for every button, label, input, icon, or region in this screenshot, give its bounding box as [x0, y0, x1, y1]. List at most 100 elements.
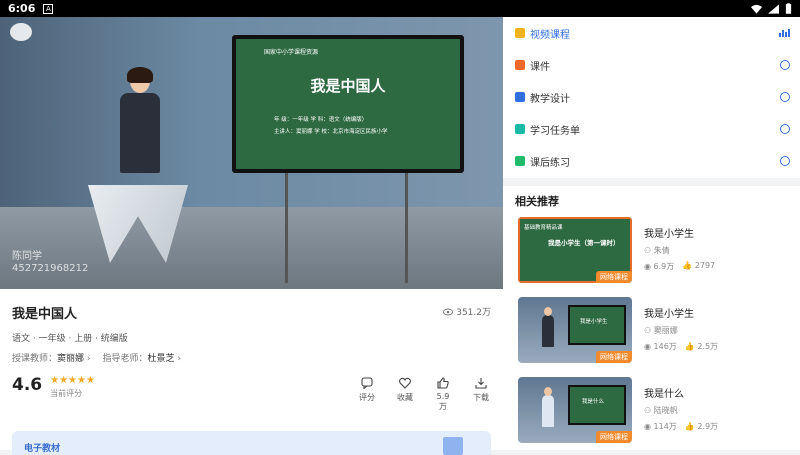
views-value: 146万 [653, 342, 677, 351]
eye-icon: ◉ [644, 422, 651, 431]
thumb-title: 我是小学生 [580, 319, 608, 325]
views-stat: ◉ 146万 [644, 341, 677, 352]
signal-icon [768, 3, 779, 14]
favorite-label: 收藏 [397, 393, 413, 402]
board-stand-left [285, 173, 288, 283]
views-stat: ◉ 114万 [644, 421, 677, 432]
radio-icon [780, 92, 790, 102]
menu-item-label: 教学设计 [530, 93, 570, 105]
recommend-title: 相关推荐 [515, 195, 559, 208]
recommend-item-author: ⚇ 陆晓帆 [644, 405, 678, 416]
radio-icon [780, 124, 790, 134]
download-button[interactable]: 下载 [471, 377, 491, 412]
person-icon: ⚇ [644, 406, 652, 415]
wifi-icon [751, 4, 762, 14]
status-time: 6:06 [8, 2, 36, 15]
recommend-item-stats: ◉ 6.9万 👍 2797 [644, 261, 715, 272]
author-name: 陆晓帆 [653, 406, 678, 415]
likes-stat: 👍 2797 [682, 261, 715, 272]
resource-menu: 视频课程 课件 教学设计 学习任务单 课后练习 [503, 17, 800, 177]
recommend-item-stats: ◉ 146万 👍 2.5万 [644, 341, 718, 352]
download-icon [475, 378, 487, 389]
recommend-item-title: 我是小学生 [644, 309, 694, 320]
likes-stat: 👍 2.5万 [685, 341, 718, 352]
menu-item-label: 课后练习 [530, 157, 570, 169]
studio-floor [0, 207, 503, 289]
comment-icon [361, 377, 373, 389]
menu-item-video-course[interactable]: 视频课程 [503, 17, 800, 49]
favorite-button[interactable]: 收藏 [395, 377, 415, 412]
rate-button[interactable]: 评分 [357, 377, 377, 412]
lecturer-link[interactable]: 授课教师：窦丽娜 › [12, 351, 91, 364]
menu-item-label: 视频课程 [530, 29, 570, 41]
courseware-icon [515, 60, 525, 70]
views-value: 114万 [653, 422, 677, 431]
board-line-2: 主讲人：窦丽娜 学 校：北京市海淀区民族小学 [274, 129, 388, 135]
eye-icon: ◉ [644, 262, 651, 271]
chevron-right-icon: › [177, 354, 182, 364]
recommend-item-stats: ◉ 114万 👍 2.9万 [644, 421, 718, 432]
recommend-thumbnail: 基础教育精品课 我是小学生（第一课时） 网络课程 [518, 217, 632, 283]
watermark: 陈同学 452721968212 [12, 251, 88, 275]
author-name: 窦丽娜 [653, 326, 678, 335]
menu-item-task-sheet[interactable]: 学习任务单 [503, 113, 800, 145]
task-sheet-icon [515, 124, 525, 134]
radio-icon [780, 60, 790, 70]
recommend-item[interactable]: 基础教育精品课 我是小学生（第一课时） 网络课程 我是小学生 ⚇ 朱倩 ◉ 6.… [518, 217, 790, 283]
book-icon [443, 437, 463, 455]
likes-stat: 👍 2.9万 [685, 421, 718, 432]
teacher-row: 授课教师：窦丽娜 › 指导老师：杜景芝 › [12, 351, 181, 364]
lesson-info: 我是中国人 351.2万 语文 · 一年级 · 上册 · 统编版 授课教师：窦丽… [0, 289, 503, 455]
menu-item-courseware[interactable]: 课件 [503, 49, 800, 81]
blackboard: 国家中小学课程资源 我是中国人 年 级：一年级 学 科：语文（统编版） 主讲人：… [232, 35, 464, 173]
notification-icon: A [43, 3, 54, 14]
teacher-figure [116, 67, 164, 179]
guide-name: 杜景芝 [147, 354, 175, 364]
like-count: 5.9万 [436, 392, 450, 411]
recommend-item[interactable]: 我是小学生 网络课程 我是小学生 ⚇ 窦丽娜 ◉ 146万 👍 2.5万 [518, 297, 790, 363]
guide-teacher-link[interactable]: 指导老师：杜景芝 › [103, 351, 182, 364]
watermark-name: 陈同学 [12, 251, 42, 262]
board-source: 国家中小学课程资源 [264, 49, 319, 56]
thumb-title: 我是小学生（第一课时） [548, 239, 620, 247]
thumbs-up-icon: 👍 [684, 422, 695, 431]
radio-icon [780, 156, 790, 166]
menu-item-label: 学习任务单 [530, 125, 580, 137]
chevron-right-icon: › [86, 354, 91, 364]
menu-item-teaching-design[interactable]: 教学设计 [503, 81, 800, 113]
teaching-design-icon [515, 92, 525, 102]
playing-bars-icon [779, 29, 790, 37]
ebook-card[interactable]: 电子教材 [12, 431, 491, 455]
menu-item-label: 课件 [530, 61, 550, 73]
course-tag: 网络课程 [596, 351, 632, 363]
rate-label: 评分 [359, 393, 375, 402]
lecturer-label: 授课教师： [12, 354, 58, 364]
course-tag: 网络课程 [596, 431, 632, 443]
video-course-icon [515, 28, 525, 38]
likes-value: 2797 [694, 261, 716, 270]
recommend-item-author: ⚇ 朱倩 [644, 245, 670, 256]
board-title: 我是中国人 [310, 77, 386, 95]
like-button[interactable]: 5.9万 [433, 377, 453, 412]
lecturer-name: 窦丽娜 [57, 354, 85, 364]
course-tag: 网络课程 [596, 271, 632, 283]
lesson-title: 我是中国人 [12, 307, 78, 322]
thumbs-up-icon: 👍 [682, 261, 693, 270]
status-bar: 6:06 A [0, 0, 800, 17]
person-icon: ⚇ [644, 246, 652, 255]
eye-icon: ◉ [644, 342, 651, 351]
board-stand-right [405, 173, 408, 283]
video-player[interactable]: 国家中小学课程资源 我是中国人 年 级：一年级 学 科：语文（统编版） 主讲人：… [0, 17, 503, 289]
lesson-panel: 国家中小学课程资源 我是中国人 年 级：一年级 学 科：语文（统编版） 主讲人：… [0, 17, 503, 455]
menu-item-exercises[interactable]: 课后练习 [503, 145, 800, 177]
thumbs-up-icon [437, 377, 449, 389]
recommend-item-title: 我是小学生 [644, 229, 694, 240]
recommend-item-title: 我是什么 [644, 389, 684, 400]
rating-block: 4.6 ★★★★★ 当前评分 [12, 375, 95, 399]
likes-value: 2.5万 [697, 342, 719, 351]
lesson-meta: 语文 · 一年级 · 上册 · 统编版 [12, 334, 128, 344]
rating-label: 当前评分 [50, 389, 83, 398]
views-stat: ◉ 6.9万 [644, 261, 674, 272]
recommend-item[interactable]: 我是什么 网络课程 我是什么 ⚇ 陆晓帆 ◉ 114万 👍 2.9万 [518, 377, 790, 443]
view-count: 351.2万 [443, 305, 491, 318]
